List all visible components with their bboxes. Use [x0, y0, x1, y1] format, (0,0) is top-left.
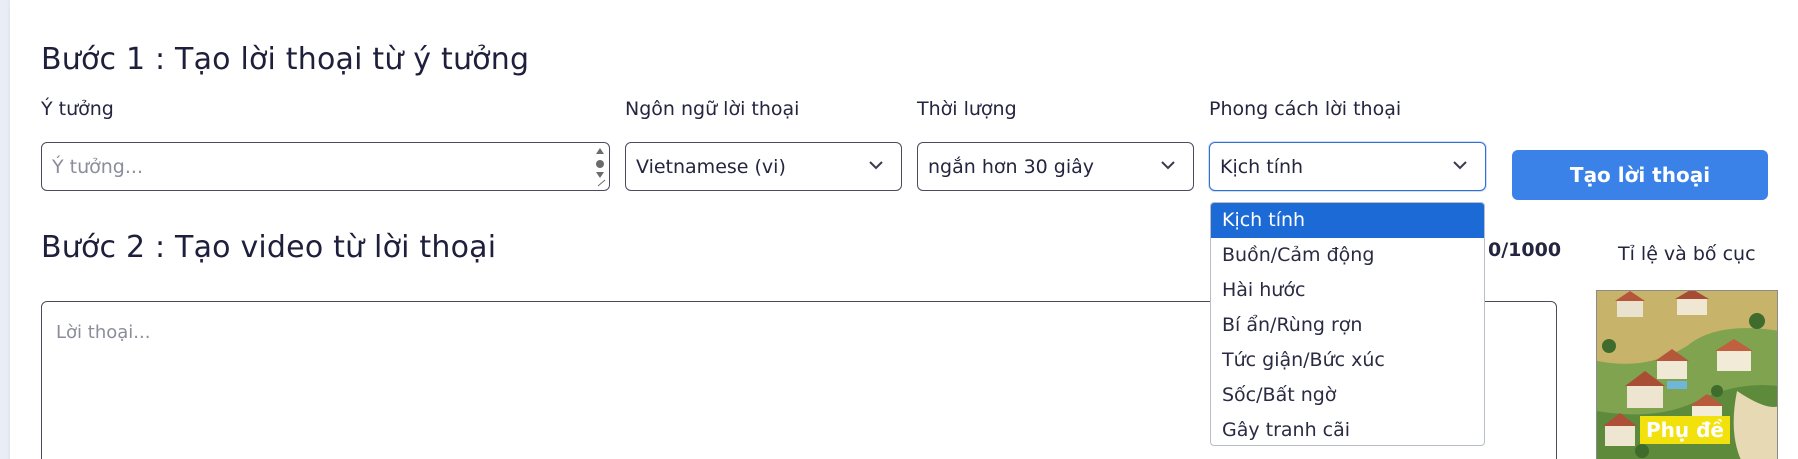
left-sidebar-edge [0, 0, 10, 459]
idea-label: Ý tưởng [41, 98, 114, 120]
duration-value: ngắn hơn 30 giây [928, 155, 1095, 178]
subtitle-caption[interactable]: Phụ đề [1640, 416, 1730, 444]
layout-thumbnail[interactable]: Phụ đề [1596, 290, 1778, 459]
char-counter: 0/1000 [1488, 239, 1562, 261]
style-dropdown-list: Kịch tính Buồn/Cảm động Hài hước Bí ẩn/R… [1210, 202, 1485, 446]
generate-script-button[interactable]: Tạo lời thoại [1512, 150, 1768, 200]
language-label: Ngôn ngữ lời thoại [625, 98, 800, 120]
style-value: Kịch tính [1220, 155, 1304, 178]
ratio-layout-label: Tỉ lệ và bố cục [1618, 243, 1756, 265]
language-select[interactable]: Vietnamese (vi) [625, 142, 902, 191]
style-select[interactable]: Kịch tính [1209, 142, 1486, 191]
step1-title: Bước 1 : Tạo lời thoại từ ý tưởng [41, 42, 530, 77]
script-placeholder: Lời thoại... [56, 322, 151, 343]
duration-select[interactable]: ngắn hơn 30 giây [917, 142, 1194, 191]
step2-title: Bước 2 : Tạo video từ lời thoại [41, 230, 497, 265]
style-option-2[interactable]: Hài hước [1211, 273, 1484, 308]
main-card: Bước 1 : Tạo lời thoại từ ý tưởng Ý tưởn… [10, 0, 1798, 459]
style-option-3[interactable]: Bí ẩn/Rùng rợn [1211, 308, 1484, 343]
style-option-5[interactable]: Sốc/Bất ngờ [1211, 378, 1484, 413]
style-option-0[interactable]: Kịch tính [1211, 203, 1484, 238]
idea-input[interactable]: Ý tưởng... [41, 142, 610, 191]
style-label: Phong cách lời thoại [1209, 98, 1402, 120]
style-option-1[interactable]: Buồn/Cảm động [1211, 238, 1484, 273]
style-option-6[interactable]: Gây tranh cãi [1211, 413, 1484, 445]
style-option-4[interactable]: Tức giận/Bức xúc [1211, 343, 1484, 378]
language-value: Vietnamese (vi) [636, 155, 786, 178]
idea-placeholder: Ý tưởng... [52, 155, 143, 178]
chevron-down-icon [1161, 161, 1175, 170]
duration-label: Thời lượng [917, 98, 1017, 120]
chevron-down-icon [1453, 161, 1467, 170]
scroll-spinner-icon[interactable] [594, 146, 606, 187]
chevron-down-icon [869, 161, 883, 170]
